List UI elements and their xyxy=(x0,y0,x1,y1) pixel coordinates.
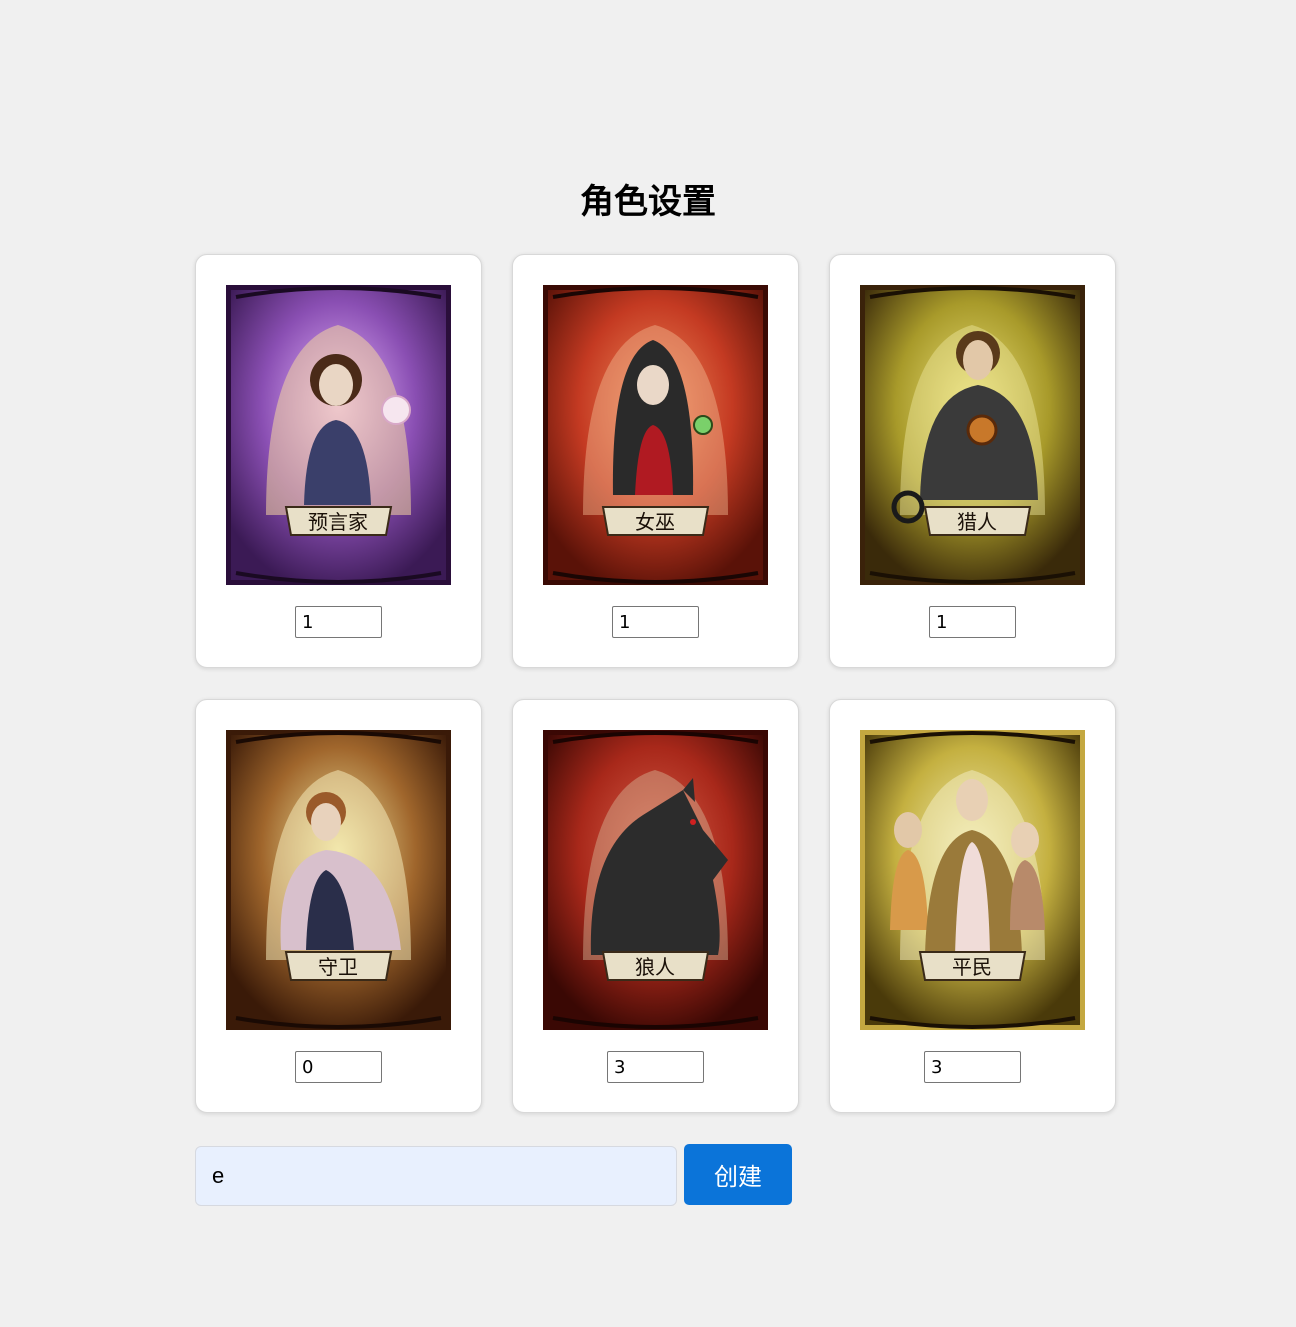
witch-label: 女巫 xyxy=(635,510,675,534)
hunter-label: 猎人 xyxy=(957,510,997,534)
seer-portrait-icon: 预言家 xyxy=(226,285,451,585)
role-card-werewolf: 狼人 xyxy=(512,699,799,1113)
seer-count-input[interactable] xyxy=(295,606,382,638)
villager-label: 平民 xyxy=(952,955,992,979)
role-grid: 预言家 1 女巫 1 猎人 1 守卫 0 狼人 3 平民 3 xyxy=(195,254,1116,1113)
hunter-count-input[interactable] xyxy=(929,606,1016,638)
role-card-witch: 女巫 xyxy=(512,254,799,668)
guard-portrait-icon: 守卫 xyxy=(226,730,451,1030)
werewolf-label: 狼人 xyxy=(635,955,675,979)
hunter-portrait-icon: 猎人 xyxy=(860,285,1085,585)
witch-count-input[interactable] xyxy=(612,606,699,638)
role-card-seer: 预言家 xyxy=(195,254,482,668)
room-name-input[interactable] xyxy=(195,1146,677,1206)
create-button[interactable]: 创建 xyxy=(684,1144,792,1205)
seer-label: 预言家 xyxy=(308,510,368,534)
page-title: 角色设置 xyxy=(580,182,716,222)
role-card-villager: 平民 xyxy=(829,699,1116,1113)
role-card-guard: 守卫 xyxy=(195,699,482,1113)
guard-label: 守卫 xyxy=(318,955,358,979)
werewolf-portrait-icon: 狼人 xyxy=(543,730,768,1030)
werewolf-count-input[interactable] xyxy=(607,1051,704,1083)
witch-portrait-icon: 女巫 xyxy=(543,285,768,585)
villager-portrait-icon: 平民 xyxy=(860,730,1085,1030)
guard-count-input[interactable] xyxy=(295,1051,382,1083)
villager-count-input[interactable] xyxy=(924,1051,1021,1083)
role-card-hunter: 猎人 xyxy=(829,254,1116,668)
